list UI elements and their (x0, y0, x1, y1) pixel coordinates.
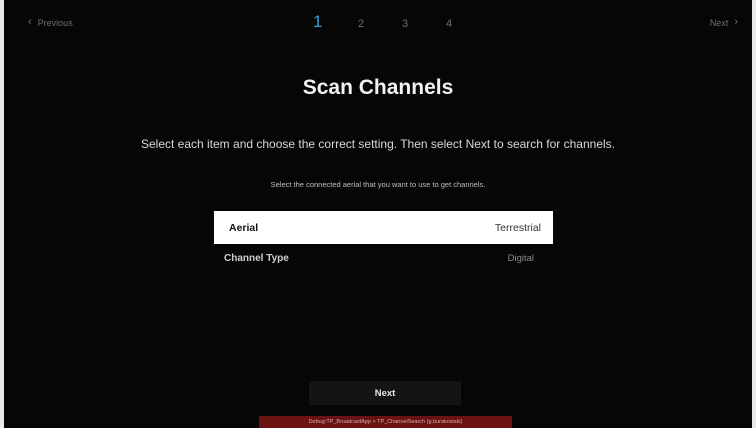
step-indicator: 1 2 3 4 (310, 12, 490, 34)
previous-nav-button[interactable]: ‹ Previous (28, 17, 73, 28)
setting-label-aerial: Aerial (229, 221, 259, 234)
next-nav-button[interactable]: Next › (710, 17, 738, 28)
setting-value-aerial: Terrestrial (494, 221, 541, 234)
setting-value-channel-type: Digital (507, 252, 534, 264)
setting-row-channel-type[interactable]: Channel Type Digital (214, 248, 553, 268)
setting-row-aerial[interactable]: Aerial Terrestrial (214, 211, 553, 244)
step-1: 1 (313, 12, 323, 31)
next-nav-label: Next (709, 17, 729, 28)
settings-list: Aerial Terrestrial Channel Type Digital (214, 211, 553, 268)
page-title: Scan Channels (302, 76, 454, 99)
chevron-right-icon: › (734, 16, 738, 28)
debug-bar: Debug:TP_BroadcastApp > TP_ChannelSearch… (259, 416, 512, 428)
chevron-left-icon: ‹ (28, 16, 32, 28)
step-2: 2 (358, 18, 365, 30)
previous-label: Previous (37, 17, 73, 28)
setting-label-channel-type: Channel Type (224, 252, 289, 264)
step-4: 4 (446, 18, 453, 30)
step-3: 3 (402, 18, 409, 30)
tv-screen: ‹ Previous 1 2 3 4 Next › Scan Channels … (4, 0, 752, 428)
setting-hint: Select the connected aerial that you wan… (270, 180, 486, 189)
page-subtitle: Select each item and choose the correct … (140, 137, 616, 151)
next-button[interactable]: Next (309, 381, 461, 405)
